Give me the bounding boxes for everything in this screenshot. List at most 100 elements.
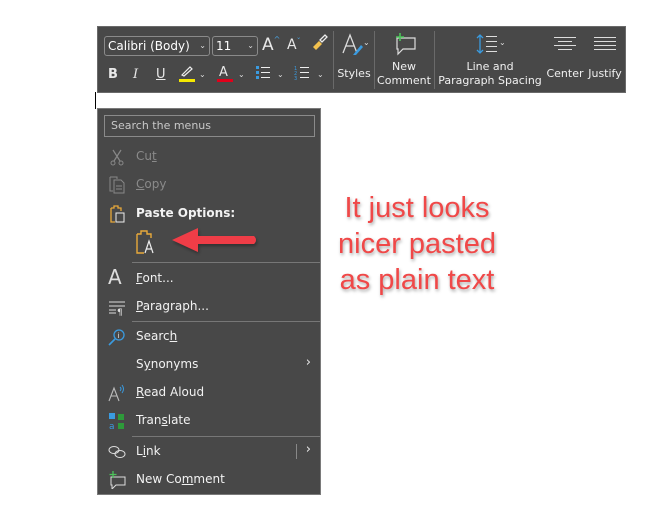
chevron-down-icon[interactable]: ⌄ bbox=[317, 70, 324, 79]
annotation-text: It just looks nicer pasted as plain text bbox=[322, 190, 512, 298]
justify-button[interactable]: Justify bbox=[585, 27, 625, 92]
grow-font-button[interactable]: A^ bbox=[262, 35, 280, 55]
paste-icon bbox=[110, 205, 125, 223]
menu-item-label: Paragraph... bbox=[136, 299, 209, 313]
svg-text:⌄: ⌄ bbox=[499, 38, 506, 47]
menu-item-label: New Comment bbox=[136, 472, 225, 486]
menu-item-paragraph[interactable]: ¶ Paragraph... bbox=[98, 294, 320, 320]
font-color-swatch bbox=[217, 79, 233, 82]
menu-separator bbox=[132, 436, 320, 437]
italic-icon: I bbox=[133, 67, 139, 82]
paste-keep-text-only-button[interactable] bbox=[134, 229, 160, 257]
bullets-icon bbox=[256, 66, 270, 79]
underline-button[interactable]: U bbox=[156, 67, 166, 82]
bullets-button[interactable] bbox=[255, 64, 271, 84]
menu-item-read-aloud[interactable]: Read Aloud bbox=[98, 380, 320, 406]
menu-separator bbox=[132, 262, 320, 263]
chevron-down-icon: ⌄ bbox=[199, 41, 206, 50]
menu-item-label: Read Aloud bbox=[136, 385, 205, 399]
center-label: Center bbox=[546, 67, 584, 80]
toolbar-separator bbox=[333, 31, 334, 89]
new-comment-icon bbox=[396, 33, 416, 56]
arrow-shape bbox=[172, 228, 256, 252]
menu-item-label: Paste Options: bbox=[136, 206, 236, 220]
submenu-divider bbox=[296, 444, 297, 459]
paragraph-icon: ¶ bbox=[109, 301, 125, 316]
justify-label: Justify bbox=[588, 67, 622, 80]
font-size-combo[interactable]: 11 ⌄ bbox=[212, 36, 258, 56]
svg-text:¶: ¶ bbox=[117, 308, 123, 316]
line-spacing-label-1: Line and bbox=[466, 60, 514, 73]
shrink-font-icon: A bbox=[287, 37, 297, 53]
chevron-right-icon: › bbox=[305, 355, 311, 370]
font-name-value: Calibri (Body) bbox=[108, 39, 190, 53]
svg-text:a: a bbox=[109, 422, 115, 430]
paste-options-header: Paste Options: bbox=[98, 201, 320, 227]
menu-item-translate[interactable]: a Translate bbox=[98, 408, 320, 434]
shrink-font-button[interactable]: Aˇ bbox=[287, 37, 301, 53]
menu-item-cut[interactable]: Cut bbox=[98, 144, 320, 170]
menu-item-copy[interactable]: Copy bbox=[98, 172, 320, 198]
new-comment-button[interactable]: New Comment bbox=[376, 27, 432, 92]
font-color-button[interactable]: A bbox=[219, 65, 228, 80]
font-name-combo[interactable]: Calibri (Body) ⌄ bbox=[104, 36, 210, 56]
line-spacing-button[interactable]: ⌄ Line and Paragraph Spacing bbox=[436, 27, 544, 92]
chevron-down-icon: ⌄ bbox=[247, 41, 254, 50]
font-size-value: 11 bbox=[216, 39, 232, 53]
menu-item-label: Font... bbox=[136, 271, 174, 285]
new-comment-icon bbox=[109, 471, 126, 489]
numbering-button[interactable]: 123 bbox=[294, 64, 310, 84]
menu-item-font[interactable]: A Font... bbox=[98, 266, 320, 292]
format-painter-icon bbox=[313, 34, 328, 50]
read-aloud-icon bbox=[108, 384, 124, 402]
chevron-down-icon[interactable]: ⌄ bbox=[199, 70, 206, 79]
new-comment-label-1: New bbox=[392, 60, 416, 73]
toolbar-separator bbox=[434, 31, 435, 89]
center-button[interactable]: Center bbox=[545, 27, 585, 92]
menu-item-synonyms[interactable]: Synonyms › bbox=[98, 352, 320, 378]
scissors-icon bbox=[110, 149, 124, 166]
link-icon bbox=[108, 446, 126, 458]
line-spacing-label-2: Paragraph Spacing bbox=[438, 74, 542, 87]
menu-item-link[interactable]: Link › bbox=[98, 439, 320, 465]
toolbar-separator bbox=[374, 31, 375, 89]
annotation-line-3: as plain text bbox=[339, 264, 495, 296]
highlighter-icon bbox=[180, 66, 193, 77]
menu-item-search[interactable]: i Search bbox=[98, 324, 320, 350]
menu-item-label: Search bbox=[136, 329, 178, 343]
bold-button[interactable]: B bbox=[108, 67, 118, 82]
annotation-line-1: It just looks bbox=[344, 192, 490, 224]
context-menu: Search the menus Cut Copy Paste Options: bbox=[97, 108, 321, 495]
paste-text-only-icon bbox=[136, 230, 154, 254]
menu-item-label: Translate bbox=[136, 413, 191, 427]
mini-toolbar: Calibri (Body) ⌄ 11 ⌄ A^ Aˇ B I U ⌄ A ⌄ bbox=[97, 26, 626, 93]
menu-search-input[interactable]: Search the menus bbox=[104, 115, 315, 137]
menu-item-new-comment[interactable]: New Comment bbox=[98, 467, 320, 493]
menu-item-label: Copy bbox=[136, 177, 167, 191]
annotation-arrow bbox=[172, 228, 256, 252]
svg-text:3: 3 bbox=[294, 76, 297, 80]
annotation-line-2: nicer pasted bbox=[338, 228, 496, 260]
italic-button[interactable]: I bbox=[133, 67, 138, 82]
line-spacing-icon: ⌄ bbox=[476, 34, 506, 54]
chevron-right-icon[interactable]: › bbox=[306, 442, 311, 457]
copy-icon bbox=[109, 176, 125, 194]
svg-text:⌄: ⌄ bbox=[363, 38, 369, 47]
menu-item-label: Synonyms bbox=[136, 357, 199, 371]
align-center-icon bbox=[554, 37, 576, 50]
font-icon: A bbox=[108, 265, 122, 289]
menu-item-label: Link bbox=[136, 444, 161, 458]
translate-icon: a bbox=[109, 413, 124, 430]
styles-button[interactable]: ⌄ Styles bbox=[336, 27, 372, 92]
styles-icon: ⌄ bbox=[342, 33, 369, 55]
highlight-color-swatch bbox=[179, 79, 195, 82]
chevron-down-icon[interactable]: ⌄ bbox=[277, 70, 284, 79]
bold-icon: B bbox=[108, 67, 118, 82]
styles-label: Styles bbox=[337, 67, 371, 80]
new-comment-label-2: Comment bbox=[377, 74, 431, 87]
font-color-icon: A bbox=[219, 65, 228, 80]
format-painter-button[interactable] bbox=[310, 33, 330, 53]
numbering-icon: 123 bbox=[294, 66, 309, 82]
align-justify-icon bbox=[594, 37, 616, 50]
chevron-down-icon[interactable]: ⌄ bbox=[238, 70, 245, 79]
